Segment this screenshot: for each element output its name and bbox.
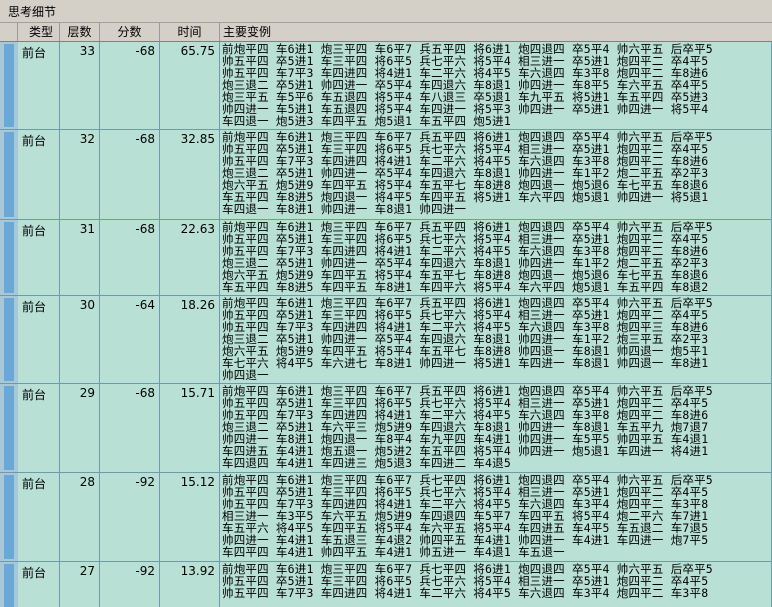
- row-selector[interactable]: [0, 42, 19, 129]
- cell-time: 32.85: [160, 130, 220, 219]
- row-selector[interactable]: [0, 296, 19, 383]
- column-header-time[interactable]: 时间: [160, 23, 220, 41]
- cell-variation: 前炮平四 车6进1 炮三平四 车6平7 兵五平四 将6进1 炮四退四 卒5平4 …: [220, 296, 772, 383]
- cell-type: 前台: [18, 220, 60, 295]
- row-selector[interactable]: [0, 384, 19, 472]
- row-selector[interactable]: [0, 130, 19, 219]
- cell-score: -68: [100, 130, 160, 219]
- cell-variation: 前炮平四 车6进1 炮三平四 车6平7 兵七平四 将6进1 炮四退四 卒5平4 …: [220, 473, 772, 561]
- cell-score: -68: [100, 220, 160, 295]
- cell-time: 65.75: [160, 42, 220, 129]
- cell-depth: 31: [60, 220, 100, 295]
- thinking-details-window: 思考细节 类型 层数 分数 时间 主要变例 前台 33 -68 65.75 前炮…: [0, 0, 772, 607]
- column-header-variation[interactable]: 主要变例: [220, 23, 772, 41]
- cell-type: 前台: [18, 384, 60, 472]
- column-header-type[interactable]: 类型: [18, 23, 60, 41]
- column-header-score[interactable]: 分数: [100, 23, 160, 41]
- cell-depth: 33: [60, 42, 100, 129]
- cell-depth: 30: [60, 296, 100, 383]
- cell-score: -92: [100, 562, 160, 607]
- cell-time: 13.92: [160, 562, 220, 607]
- row-selector[interactable]: [0, 220, 19, 295]
- cell-variation: 前炮平四 车6进1 炮三平四 车6平7 兵七平四 将6进1 炮四退四 卒5平4 …: [220, 562, 772, 607]
- row-selector[interactable]: [0, 473, 19, 561]
- cell-type: 前台: [18, 296, 60, 383]
- row-selector[interactable]: [0, 562, 19, 607]
- table-row[interactable]: 前台 28 -92 15.12 前炮平四 车6进1 炮三平四 车6平7 兵七平四…: [0, 473, 772, 562]
- table-row[interactable]: 前台 29 -68 15.71 前炮平四 车6进1 炮三平四 车6平7 兵五平四…: [0, 384, 772, 473]
- cell-depth: 32: [60, 130, 100, 219]
- cell-variation: 前炮平四 车6进1 炮三平四 车6平7 兵五平四 将6进1 炮四退四 卒5平4 …: [220, 384, 772, 472]
- table-row[interactable]: 前台 32 -68 32.85 前炮平四 车6进1 炮三平四 车6平7 兵五平四…: [0, 130, 772, 220]
- cell-type: 前台: [18, 562, 60, 607]
- cell-score: -68: [100, 384, 160, 472]
- thinking-table: 前台 33 -68 65.75 前炮平四 车6进1 炮三平四 车6平7 兵五平四…: [0, 42, 772, 607]
- table-row[interactable]: 前台 30 -64 18.26 前炮平四 车6进1 炮三平四 车6平7 兵五平四…: [0, 296, 772, 384]
- cell-score: -92: [100, 473, 160, 561]
- cell-score: -64: [100, 296, 160, 383]
- cell-variation: 前炮平四 车6进1 炮三平四 车6平7 兵五平四 将6进1 炮四退四 卒5平4 …: [220, 42, 772, 129]
- column-header-depth[interactable]: 层数: [60, 23, 100, 41]
- cell-depth: 27: [60, 562, 100, 607]
- title-bar: 思考细节: [0, 0, 772, 23]
- cell-time: 15.71: [160, 384, 220, 472]
- cell-time: 18.26: [160, 296, 220, 383]
- cell-type: 前台: [18, 473, 60, 561]
- table-header: 类型 层数 分数 时间 主要变例: [0, 23, 772, 42]
- table-row[interactable]: 前台 33 -68 65.75 前炮平四 车6进1 炮三平四 车6平7 兵五平四…: [0, 42, 772, 130]
- cell-type: 前台: [18, 130, 60, 219]
- cell-variation: 前炮平四 车6进1 炮三平四 车6平7 兵五平四 将6进1 炮四退四 卒5平4 …: [220, 220, 772, 295]
- window-title: 思考细节: [8, 5, 57, 19]
- cell-depth: 29: [60, 384, 100, 472]
- cell-variation: 前炮平四 车6进1 炮三平四 车6平7 兵五平四 将6进1 炮四退四 卒5平4 …: [220, 130, 772, 219]
- table-row[interactable]: 前台 27 -92 13.92 前炮平四 车6进1 炮三平四 车6平7 兵七平四…: [0, 562, 772, 607]
- cell-depth: 28: [60, 473, 100, 561]
- cell-time: 22.63: [160, 220, 220, 295]
- cell-score: -68: [100, 42, 160, 129]
- cell-type: 前台: [18, 42, 60, 129]
- row-header-corner[interactable]: [0, 23, 18, 41]
- table-row[interactable]: 前台 31 -68 22.63 前炮平四 车6进1 炮三平四 车6平7 兵五平四…: [0, 220, 772, 296]
- cell-time: 15.12: [160, 473, 220, 561]
